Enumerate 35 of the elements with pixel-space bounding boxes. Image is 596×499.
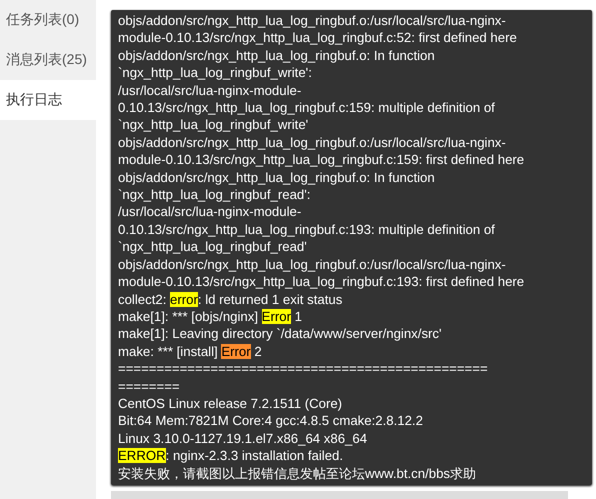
sidebar-tab[interactable]: 消息列表(25) bbox=[0, 40, 96, 80]
log-line: 0.10.13/src/ngx_http_lua_log_ringbuf.c:193: multiple definition of bbox=[118, 220, 496, 238]
log-line: objs/addon/src/ngx_http_lua_log_ringbuf.o: In function bbox=[118, 46, 436, 64]
log-line: CentOS Linux release 7.2.1511 (Core) bbox=[118, 394, 344, 412]
log-line: module-0.10.13/src/ngx_http_lua_log_ringbuf.c:159: first defined here bbox=[118, 151, 526, 169]
log-line: objs/addon/src/ngx_http_lua_log_ringbuf.o:/usr/local/src/lua-nginx- bbox=[118, 256, 507, 274]
horizontal-scrollbar[interactable] bbox=[111, 491, 568, 499]
log-line: Linux 3.10.0-1127.19.1.el7.x86_64 x86_64 bbox=[118, 430, 368, 448]
log-line: `ngx_http_lua_log_ringbuf_write': bbox=[118, 64, 313, 82]
log-line: ======== bbox=[118, 378, 181, 395]
log-line: collect2: error: ld returned 1 exit status bbox=[118, 290, 344, 308]
log-line: ================================================ bbox=[118, 360, 489, 378]
highlighted-word: error bbox=[170, 292, 198, 306]
log-line: `ngx_http_lua_log_ringbuf_read': bbox=[118, 186, 312, 204]
log-line: module-0.10.13/src/ngx_http_lua_log_ringbuf.c:193: first defined here bbox=[118, 273, 526, 290]
log-line: make[1]: Leaving directory `/data/www/server/nginx/src' bbox=[118, 325, 443, 343]
highlighted-word: ERROR bbox=[118, 448, 166, 464]
sidebar-tab[interactable]: 执行日志 bbox=[0, 80, 96, 120]
log-line: objs/addon/src/ngx_http_lua_log_ringbuf.o:/usr/local/src/lua-nginx- bbox=[118, 134, 507, 152]
highlighted-word: Error bbox=[262, 308, 291, 324]
log-line: Bit:64 Mem:7821M Core:4 gcc:4.8.5 cmake:2.8.12.2 bbox=[118, 412, 424, 430]
log-line: `ngx_http_lua_log_ringbuf_read' bbox=[118, 238, 308, 256]
log-line: make[1]: *** [objs/nginx] Error 1 bbox=[118, 308, 303, 326]
log-line: /usr/local/src/lua-nginx-module- bbox=[118, 82, 302, 100]
log-line: objs/addon/src/ngx_http_lua_log_ringbuf.o:/usr/local/src/lua-nginx- bbox=[118, 12, 507, 30]
log-line: `ngx_http_lua_log_ringbuf_write' bbox=[118, 116, 310, 134]
highlighted-word: Error bbox=[221, 344, 251, 359]
log-line: module-0.10.13/src/ngx_http_lua_log_ringbuf.c:52: first defined here bbox=[118, 29, 518, 47]
log-line: make: *** [install] Error 2 bbox=[118, 342, 263, 360]
log-line: 安装失败，请截图以上报错信息发帖至论坛www.bt.cn/bbs求助 bbox=[118, 464, 478, 482]
log-line: 0.10.13/src/ngx_http_lua_log_ringbuf.c:159: multiple definition of bbox=[118, 99, 496, 116]
log-line: objs/addon/src/ngx_http_lua_log_ringbuf.o: In function bbox=[118, 168, 436, 186]
log-line: ERROR: nginx-2.3.3 installation failed. bbox=[118, 447, 344, 465]
log-line: /usr/local/src/lua-nginx-module- bbox=[118, 203, 302, 221]
sidebar-tab[interactable]: 任务列表(0) bbox=[0, 0, 96, 40]
